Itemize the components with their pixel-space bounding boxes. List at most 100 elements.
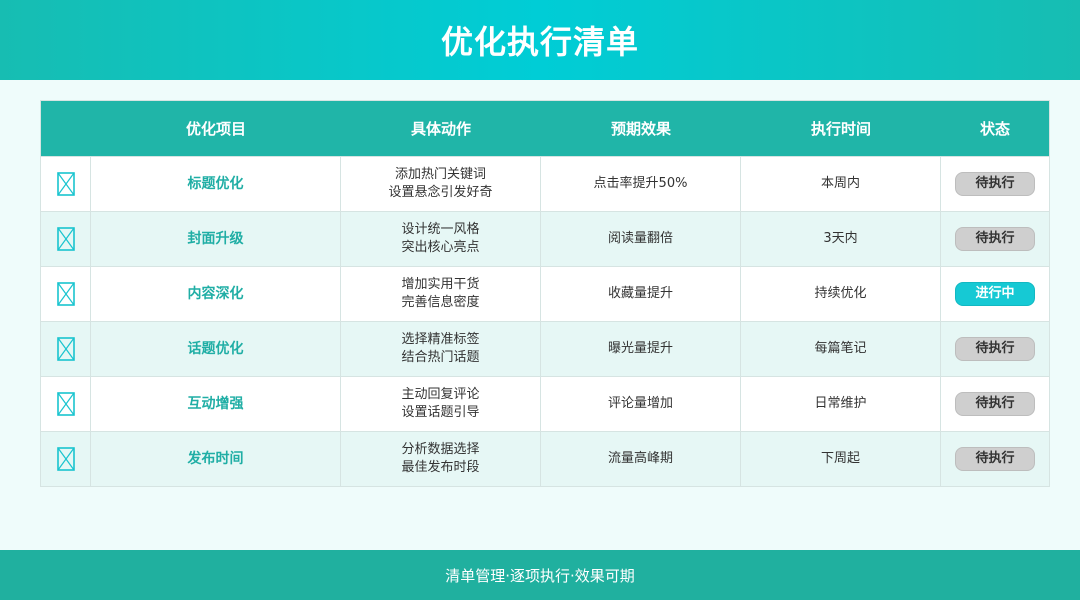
action-line: 设计统一风格 xyxy=(401,222,480,237)
effect-cell: 收藏量提升 xyxy=(541,267,741,321)
item-name-cell: 发布时间 xyxy=(91,432,341,486)
status-button[interactable]: 进行中 xyxy=(955,282,1035,306)
table-row: 内容深化 增加实用干货 完善信息密度 收藏量提升 持续优化 进行中 xyxy=(41,266,1049,321)
status-button[interactable]: 待执行 xyxy=(955,337,1035,361)
checkbox-empty-icon[interactable] xyxy=(56,282,75,306)
action-line: 设置悬念引发好奇 xyxy=(388,185,493,200)
status-cell: 待执行 xyxy=(941,432,1049,486)
time-cell: 下周起 xyxy=(741,432,941,486)
item-name: 封面升级 xyxy=(187,231,244,247)
action-lines: 主动回复评论 设置话题引导 xyxy=(401,386,479,422)
item-name-cell: 话题优化 xyxy=(91,322,341,376)
row-checkbox-cell xyxy=(41,377,91,431)
page-title: 优化执行清单 xyxy=(440,23,639,61)
status-cell: 进行中 xyxy=(941,267,1049,321)
table-row: 互动增强 主动回复评论 设置话题引导 评论量增加 日常维护 待执行 xyxy=(41,376,1049,431)
effect-cell: 评论量增加 xyxy=(541,377,741,431)
action-line: 增加实用干货 xyxy=(401,277,480,292)
table-row: 话题优化 选择精准标签 结合热门话题 曝光量提升 每篇笔记 待执行 xyxy=(41,321,1049,376)
effect-text: 曝光量提升 xyxy=(607,341,673,356)
time-text: 持续优化 xyxy=(814,286,867,301)
checklist-table: 优化项目 具体动作 预期效果 执行时间 状态 标题优化 添加热门关键词 设置悬念引发… xyxy=(40,100,1050,487)
action-lines: 选择精准标签 结合热门话题 xyxy=(401,331,479,367)
footer-bar: 清单管理·逐项执行·效果可期 xyxy=(0,550,1080,600)
action-line: 最佳发布时段 xyxy=(401,460,480,475)
table-header: 优化项目 具体动作 预期效果 执行时间 状态 xyxy=(41,101,1049,156)
column-header-item: 优化项目 xyxy=(185,120,246,138)
action-lines: 分析数据选择 最佳发布时段 xyxy=(401,441,479,477)
action-line: 添加热门关键词 xyxy=(394,167,486,182)
time-cell: 本周内 xyxy=(741,157,941,211)
checkbox-empty-icon[interactable] xyxy=(56,447,75,471)
status-cell: 待执行 xyxy=(941,322,1049,376)
status-button[interactable]: 待执行 xyxy=(955,392,1035,416)
table-row: 发布时间 分析数据选择 最佳发布时段 流量高峰期 下周起 待执行 xyxy=(41,431,1049,486)
action-cell: 选择精准标签 结合热门话题 xyxy=(341,322,541,376)
column-header-effect: 预期效果 xyxy=(610,120,671,138)
action-line: 设置话题引导 xyxy=(401,405,480,420)
table-row: 封面升级 设计统一风格 突出核心亮点 阅读量翻倍 3天内 待执行 xyxy=(41,211,1049,266)
time-text: 每篇笔记 xyxy=(814,341,867,356)
row-checkbox-cell xyxy=(41,432,91,486)
status-button[interactable]: 待执行 xyxy=(955,227,1035,251)
status-button[interactable]: 待执行 xyxy=(955,172,1035,196)
row-checkbox-cell xyxy=(41,322,91,376)
status-cell: 待执行 xyxy=(941,377,1049,431)
effect-text: 收藏量提升 xyxy=(607,286,673,301)
action-lines: 添加热门关键词 设置悬念引发好奇 xyxy=(388,166,492,202)
effect-text: 流量高峰期 xyxy=(607,451,673,466)
effect-cell: 曝光量提升 xyxy=(541,322,741,376)
action-line: 完善信息密度 xyxy=(401,295,480,310)
effect-cell: 阅读量翻倍 xyxy=(541,212,741,266)
checkbox-empty-icon[interactable] xyxy=(56,172,75,196)
action-line: 分析数据选择 xyxy=(401,442,480,457)
action-cell: 设计统一风格 突出核心亮点 xyxy=(341,212,541,266)
item-name-cell: 标题优化 xyxy=(91,157,341,211)
item-name-cell: 内容深化 xyxy=(91,267,341,321)
column-header-time: 执行时间 xyxy=(810,120,871,138)
table-row: 标题优化 添加热门关键词 设置悬念引发好奇 点击率提升50% 本周内 待执行 xyxy=(41,156,1049,211)
checkbox-empty-icon[interactable] xyxy=(56,337,75,361)
action-cell: 增加实用干货 完善信息密度 xyxy=(341,267,541,321)
item-name-cell: 封面升级 xyxy=(91,212,341,266)
table-body: 标题优化 添加热门关键词 设置悬念引发好奇 点击率提升50% 本周内 待执行 封面升级 设计统… xyxy=(41,156,1049,486)
item-name: 互动增强 xyxy=(187,396,244,412)
checkbox-empty-icon[interactable] xyxy=(56,227,75,251)
column-header-status: 状态 xyxy=(979,120,1010,138)
row-checkbox-cell xyxy=(41,212,91,266)
action-line: 主动回复评论 xyxy=(401,387,480,402)
effect-text: 阅读量翻倍 xyxy=(607,231,673,246)
action-lines: 设计统一风格 突出核心亮点 xyxy=(401,221,479,257)
item-name: 内容深化 xyxy=(187,286,244,302)
row-checkbox-cell xyxy=(41,157,91,211)
row-checkbox-cell xyxy=(41,267,91,321)
effect-text: 评论量增加 xyxy=(607,396,673,411)
time-text: 下周起 xyxy=(820,451,860,466)
action-cell: 添加热门关键词 设置悬念引发好奇 xyxy=(341,157,541,211)
status-button[interactable]: 待执行 xyxy=(955,447,1035,471)
effect-text: 点击率提升50% xyxy=(593,176,688,191)
column-header-action: 具体动作 xyxy=(410,120,471,138)
action-cell: 分析数据选择 最佳发布时段 xyxy=(341,432,541,486)
time-cell: 日常维护 xyxy=(741,377,941,431)
effect-cell: 流量高峰期 xyxy=(541,432,741,486)
effect-cell: 点击率提升50% xyxy=(541,157,741,211)
time-text: 3天内 xyxy=(823,231,858,246)
item-name: 发布时间 xyxy=(187,451,244,467)
item-name-cell: 互动增强 xyxy=(91,377,341,431)
header-bar: 优化执行清单 xyxy=(0,0,1080,80)
footer-slogan: 清单管理·逐项执行·效果可期 xyxy=(445,566,635,585)
status-cell: 待执行 xyxy=(941,212,1049,266)
status-cell: 待执行 xyxy=(941,157,1049,211)
action-lines: 增加实用干货 完善信息密度 xyxy=(401,276,479,312)
action-line: 突出核心亮点 xyxy=(401,240,480,255)
action-cell: 主动回复评论 设置话题引导 xyxy=(341,377,541,431)
time-cell: 每篇笔记 xyxy=(741,322,941,376)
time-cell: 持续优化 xyxy=(741,267,941,321)
action-line: 选择精准标签 xyxy=(401,332,480,347)
time-cell: 3天内 xyxy=(741,212,941,266)
checkbox-empty-icon[interactable] xyxy=(56,392,75,416)
action-line: 结合热门话题 xyxy=(401,350,480,365)
time-text: 日常维护 xyxy=(814,396,867,411)
item-name: 话题优化 xyxy=(187,341,244,357)
